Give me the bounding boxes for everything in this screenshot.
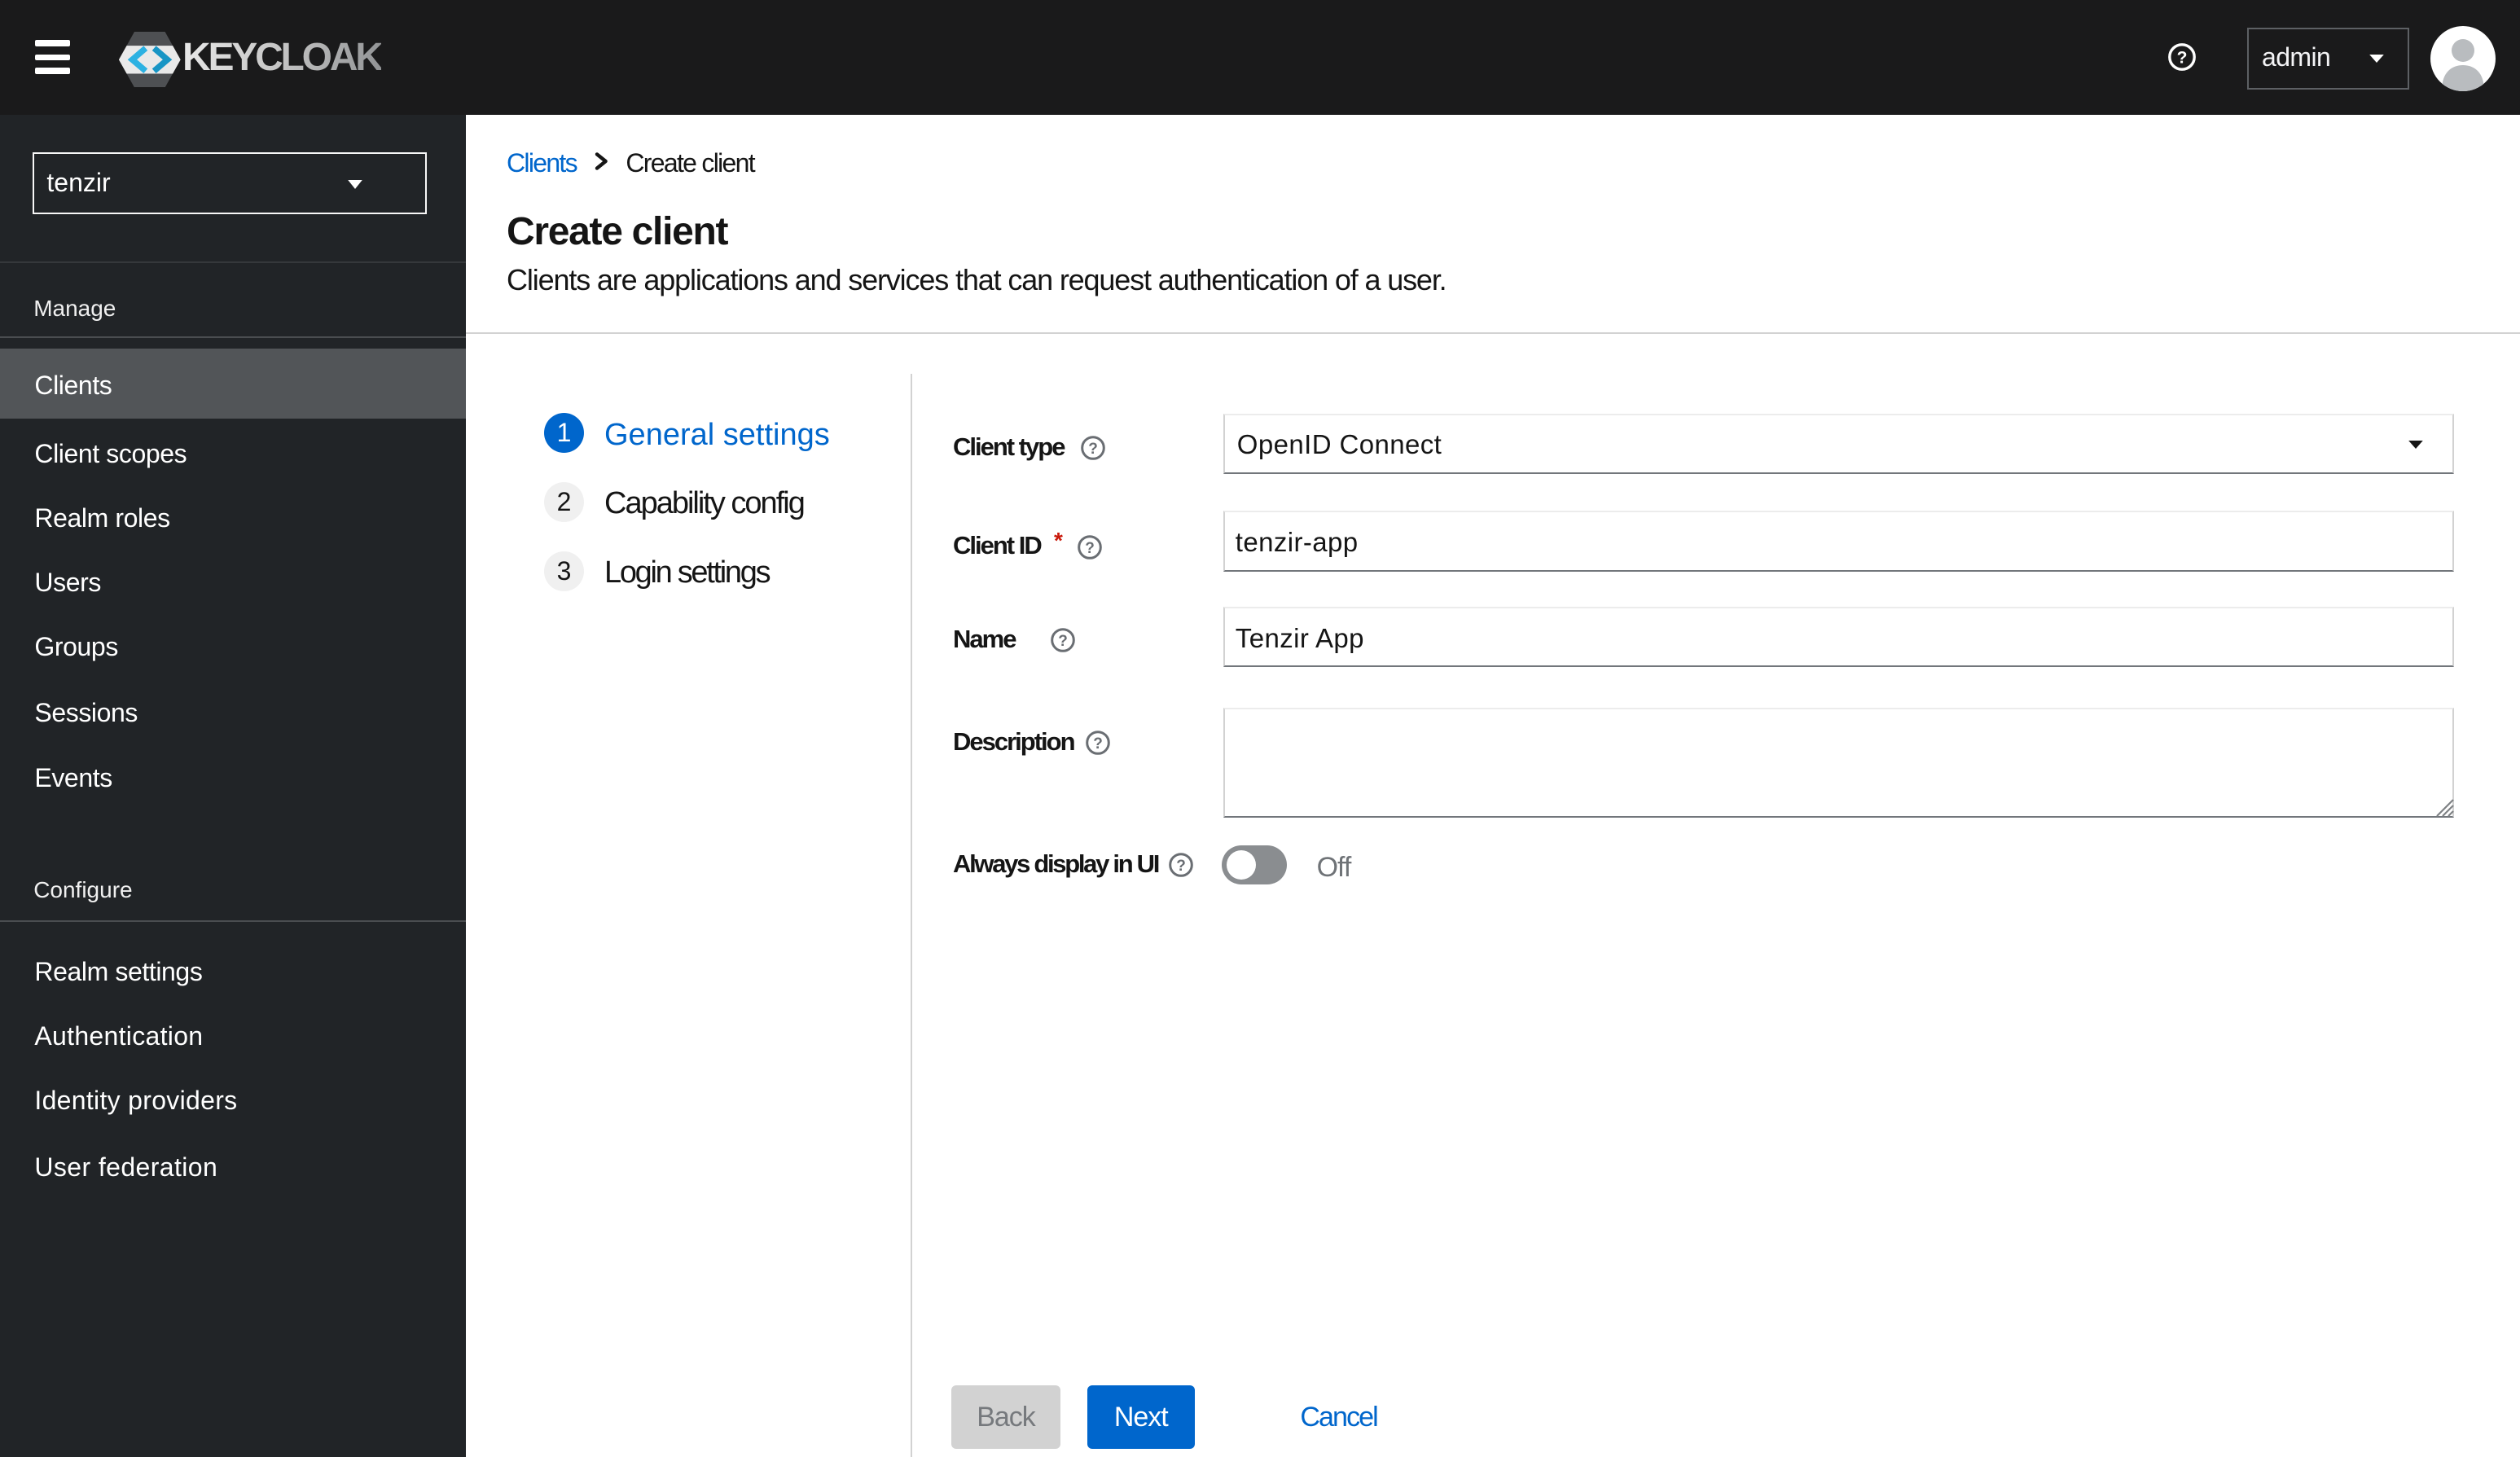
- svg-text:?: ?: [1058, 633, 1068, 650]
- svg-text:?: ?: [1088, 441, 1098, 458]
- svg-text:?: ?: [2177, 48, 2188, 67]
- svg-text:?: ?: [1085, 540, 1095, 557]
- svg-text:?: ?: [1176, 858, 1186, 875]
- svg-text:?: ?: [1093, 735, 1103, 753]
